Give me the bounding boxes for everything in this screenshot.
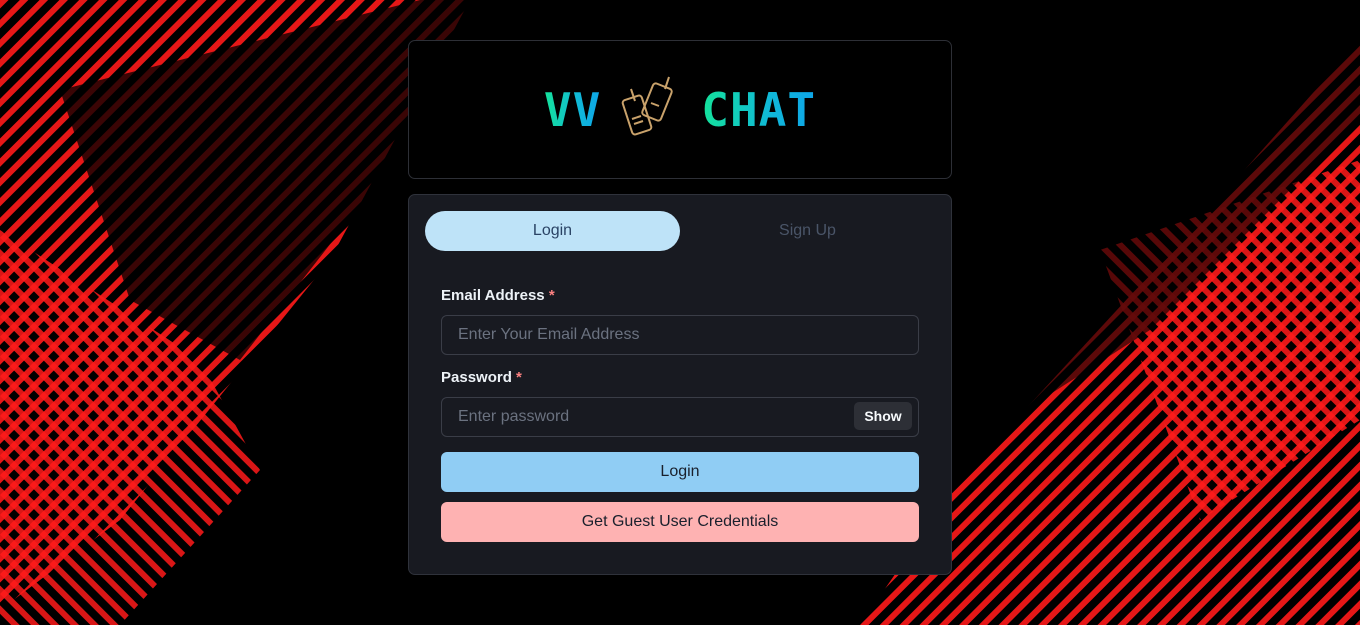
login-button[interactable]: Login (441, 452, 919, 492)
page: VV CHAT Login Sign Up Email Address * Pa (0, 0, 1360, 625)
auth-card: Login Sign Up Email Address * Password *… (408, 194, 952, 575)
email-input[interactable] (441, 315, 919, 355)
auth-tabs: Login Sign Up (425, 211, 935, 251)
tab-login[interactable]: Login (425, 211, 680, 251)
logo-card: VV CHAT (408, 40, 952, 179)
walkie-talkie-icon (622, 76, 674, 135)
show-password-button[interactable]: Show (854, 402, 912, 430)
password-label-text: Password (441, 369, 512, 386)
logo-text-right: CHAT (701, 82, 817, 137)
guest-credentials-button[interactable]: Get Guest User Credentials (441, 502, 919, 542)
password-input[interactable] (441, 397, 919, 437)
email-label: Email Address * (441, 287, 555, 304)
tab-sign-up[interactable]: Sign Up (680, 211, 935, 251)
logo-text-left: VV (543, 82, 602, 137)
password-required-mark: * (516, 369, 522, 386)
email-required-mark: * (548, 287, 555, 304)
email-label-text: Email Address (441, 287, 545, 304)
password-label: Password * (441, 369, 522, 386)
